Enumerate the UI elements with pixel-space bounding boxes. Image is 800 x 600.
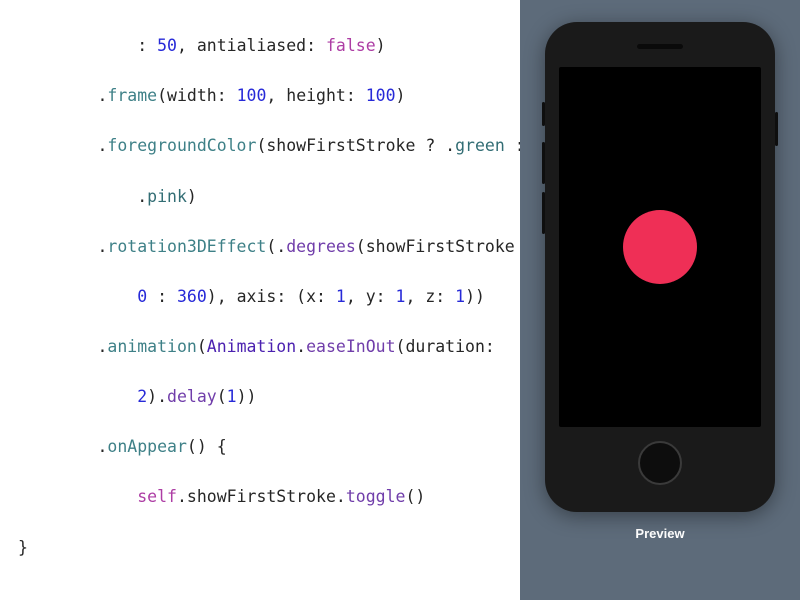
code-line[interactable]: .foregroundColor(showFirstStroke ? .gree… [12,133,520,158]
code-line[interactable]: .frame(width: 100, height: 100) [12,83,520,108]
device-side-button [542,102,545,126]
preview-caption: Preview [635,526,684,541]
code-line[interactable]: .pink) [12,184,520,209]
device-side-button [775,112,778,146]
circle-shape [623,210,697,284]
code-line[interactable]: .onAppear() { [12,434,520,459]
code-line[interactable]: .rotation3DEffect(.degrees(showFirstStro… [12,234,520,259]
code-line[interactable]: : 50, antialiased: false) [12,33,520,58]
code-line[interactable]: .animation(Animation.easeInOut(duration: [12,334,520,359]
code-line[interactable]: 0 : 360), axis: (x: 1, y: 1, z: 1)) [12,284,520,309]
device-frame [545,22,775,512]
device-side-button [542,192,545,234]
preview-pane: Preview [520,0,800,600]
device-side-button [542,142,545,184]
code-line[interactable]: } [12,535,520,560]
device-speaker [637,44,683,49]
code-editor[interactable]: : 50, antialiased: false) .frame(width: … [0,0,520,600]
code-line[interactable]: 2).delay(1)) [12,384,520,409]
code-line[interactable]: self.showFirstStroke.toggle() [12,484,520,509]
home-button-icon [638,441,682,485]
device-screen[interactable] [559,67,761,427]
